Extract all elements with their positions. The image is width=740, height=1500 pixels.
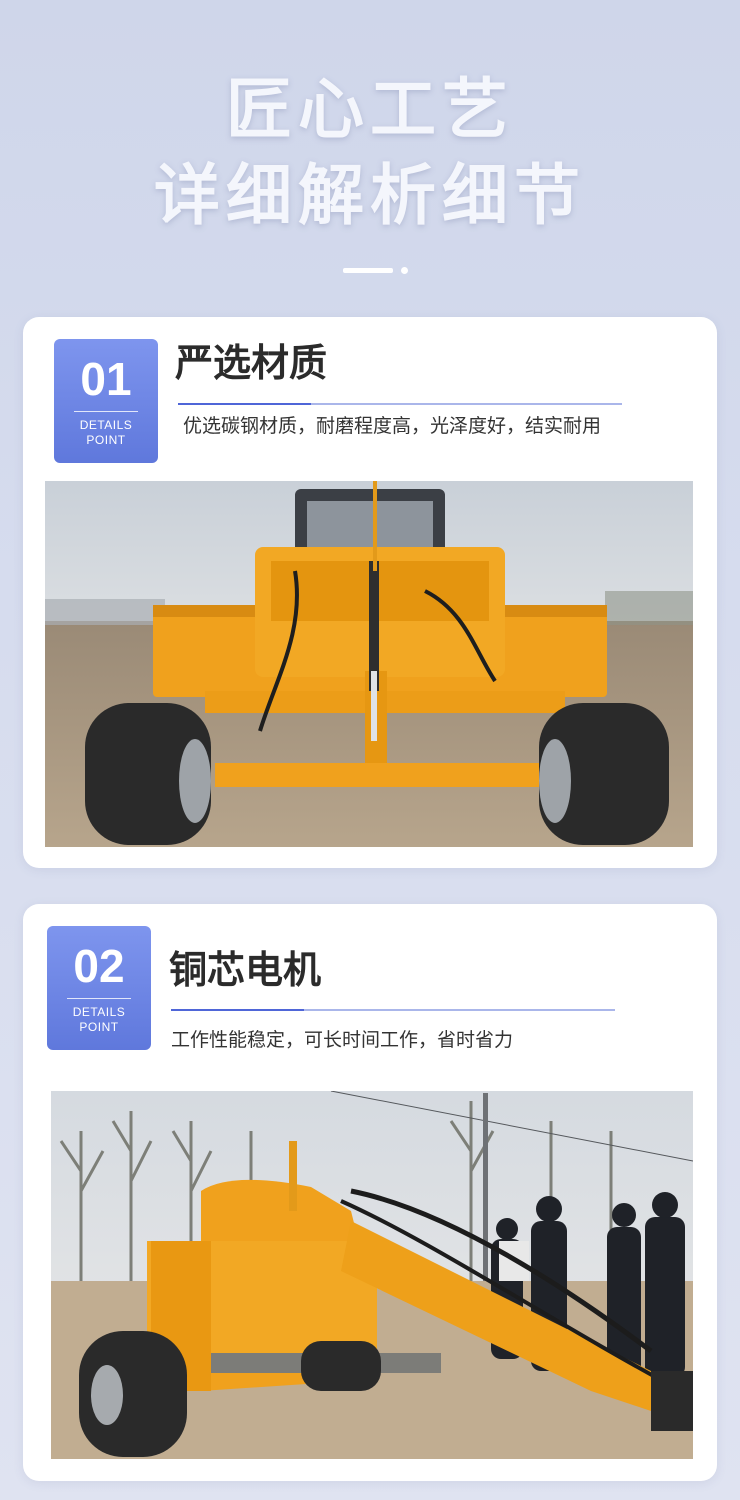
feature-description: 工作性能稳定，可长时间工作，省时省力 bbox=[171, 1029, 514, 1051]
detail-badge-2: 02 DETAILS POINT bbox=[47, 926, 151, 1050]
product-photo-side-view bbox=[51, 1091, 693, 1459]
product-photo-front-view bbox=[45, 481, 693, 847]
badge-number: 01 bbox=[80, 353, 132, 405]
feature-title: 严选材质 bbox=[175, 341, 328, 385]
hero-dash-decoration bbox=[343, 268, 393, 273]
detail-badge-1: 01 DETAILS POINT bbox=[54, 339, 158, 463]
feature-title: 铜芯电机 bbox=[169, 948, 322, 992]
badge-label-details: DETAILS bbox=[79, 418, 133, 432]
hero-title-line-1: 匠心工艺 bbox=[226, 71, 514, 148]
title-underline bbox=[171, 1009, 615, 1011]
hero-dot-decoration bbox=[401, 267, 408, 274]
badge-divider bbox=[67, 998, 131, 999]
badge-label-point: POINT bbox=[86, 433, 126, 447]
title-underline bbox=[178, 403, 622, 405]
feature-card-1: 01 DETAILS POINT 严选材质 优选碳钢材质，耐磨程度高，光泽度好，… bbox=[23, 317, 717, 868]
badge-divider bbox=[74, 411, 138, 412]
feature-card-2: 02 DETAILS POINT 铜芯电机 工作性能稳定，可长时间工作，省时省力 bbox=[23, 904, 717, 1481]
hero-title-line-2: 详细解析细节 bbox=[154, 157, 586, 234]
badge-number: 02 bbox=[73, 940, 125, 992]
feature-description: 优选碳钢材质，耐磨程度高，光泽度好，结实耐用 bbox=[183, 415, 602, 437]
badge-label-details: DETAILS bbox=[72, 1005, 126, 1019]
badge-label-point: POINT bbox=[79, 1020, 119, 1034]
